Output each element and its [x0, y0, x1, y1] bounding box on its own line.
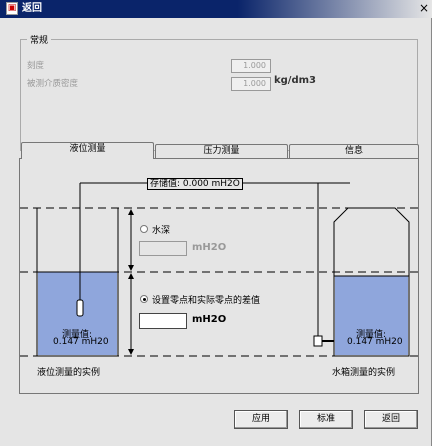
offset-radio[interactable]	[140, 295, 148, 303]
water-depth-label: 水深	[152, 226, 171, 236]
offset-label: 设置零点和实际零点的差值	[152, 296, 261, 306]
back-button[interactable]: 返回	[364, 410, 418, 429]
stored-value: 存储值: 0.000 mH2O	[147, 178, 243, 190]
water-depth-input[interactable]	[139, 241, 187, 256]
left-caption: 液位测量的实例	[37, 368, 101, 378]
offset-unit: mH2O	[192, 314, 227, 325]
offset-input[interactable]	[139, 313, 187, 329]
right-caption: 水箱测量的实例	[332, 368, 396, 378]
right-sensor	[313, 335, 323, 347]
level-diagram	[20, 182, 418, 357]
water-depth-radio[interactable]	[140, 225, 148, 233]
left-measured-value: 0.147 mH20	[53, 337, 109, 347]
right-measured-value: 0.147 mH20	[347, 337, 403, 347]
tab-level-measurement[interactable]: 液位测量	[21, 142, 154, 159]
apply-button[interactable]: 应用	[234, 410, 288, 429]
probe-sensor	[76, 299, 84, 317]
dialog-window: ▣ 返回 × 常规 刻度 1.000 被测介质密度 1.000 kg/dm3 液…	[0, 0, 432, 446]
water-depth-unit: mH2O	[192, 242, 227, 253]
standard-button[interactable]: 标准	[299, 410, 353, 429]
